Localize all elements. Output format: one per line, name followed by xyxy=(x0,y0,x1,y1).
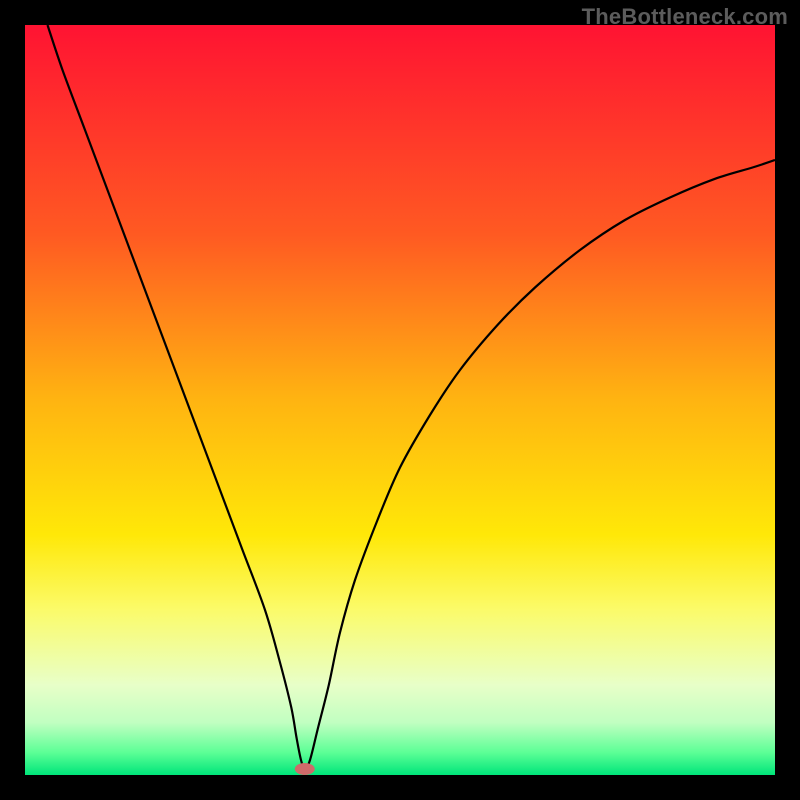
plot-area xyxy=(25,25,775,775)
gradient-background xyxy=(25,25,775,775)
optimal-point-marker xyxy=(295,763,315,775)
chart-canvas xyxy=(25,25,775,775)
chart-frame: TheBottleneck.com xyxy=(0,0,800,800)
